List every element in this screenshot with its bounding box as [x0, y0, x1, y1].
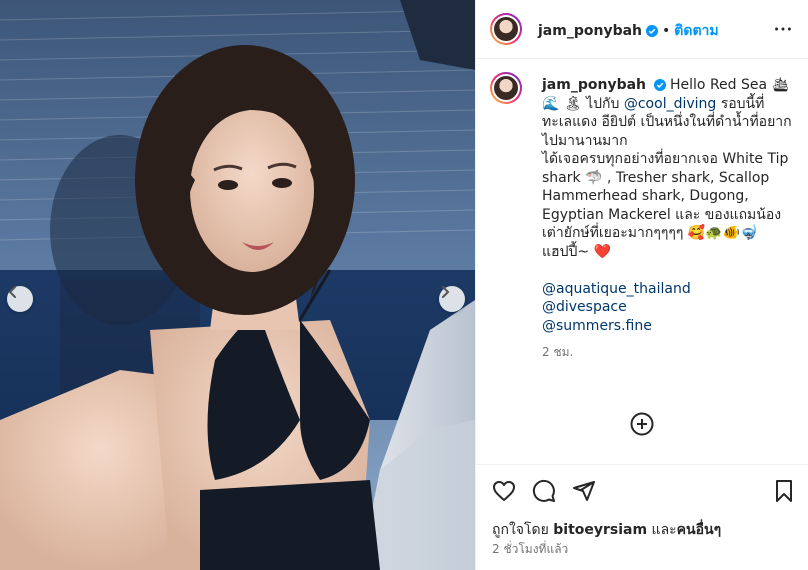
action-bar [476, 464, 808, 515]
caption-body: ทะเลแดง อียิปต์ เป็นหนึ่งในที่ดำน้ำที่อย… [542, 114, 792, 260]
caption-username[interactable]: jam_ponybah [542, 77, 646, 93]
likes-prefix: ถูกใจโดย [492, 522, 554, 538]
post-media[interactable] [0, 0, 475, 570]
comment-icon[interactable] [532, 479, 556, 507]
caption-text: jam_ponybah Hello Red Sea 🛳 🌊 🏝 ไปกับ @co… [542, 76, 794, 362]
caption-avatar[interactable] [490, 72, 522, 104]
send-icon[interactable] [572, 479, 596, 507]
verified-badge-icon [646, 25, 659, 37]
post-photo [0, 0, 475, 570]
follow-button[interactable]: ติดตาม [674, 23, 718, 39]
avatar[interactable] [490, 13, 522, 45]
tag-link[interactable]: @aquatique_thailand [542, 281, 691, 297]
caption-line2b: รอบนี้ที่ [716, 95, 765, 112]
post-time-ago: 2 ชั่วโมงที่แล้ว [492, 542, 569, 556]
post-side-panel: jam_ponybah • ติดตาม jam_ponybah Hello Red … [476, 0, 808, 570]
bookmark-icon[interactable] [772, 479, 796, 507]
mention-link[interactable]: @cool_diving [624, 96, 716, 112]
verified-badge-icon [654, 79, 667, 91]
likes-others-link[interactable]: คนอื่นๆ [677, 522, 721, 538]
post-header: jam_ponybah • ติดตาม [476, 0, 808, 59]
tag-link[interactable]: @divespace [542, 299, 627, 315]
chevron-left-icon[interactable] [7, 286, 33, 312]
header-name-row: jam_ponybah • ติดตาม [538, 20, 719, 42]
likes-summary: ถูกใจโดย bitoeyrsiam และคนอื่นๆ [492, 519, 721, 541]
username-link[interactable]: jam_ponybah [538, 23, 642, 39]
tag-link[interactable]: @summers.fine [542, 318, 652, 334]
caption-line1: Hello Red Sea 🛳 [670, 77, 790, 93]
caption-line2: 🌊 🏝 ไปกับ [542, 95, 624, 112]
more-options-icon[interactable] [772, 18, 794, 44]
heart-icon[interactable] [492, 479, 516, 507]
caption-timestamp: 2 ชม. [542, 345, 574, 359]
chevron-right-icon[interactable] [439, 286, 465, 312]
separator-dot: • [662, 23, 671, 39]
likes-middle: และ [647, 522, 677, 538]
liker-username[interactable]: bitoeyrsiam [553, 522, 647, 538]
add-circle-icon[interactable] [630, 412, 654, 440]
